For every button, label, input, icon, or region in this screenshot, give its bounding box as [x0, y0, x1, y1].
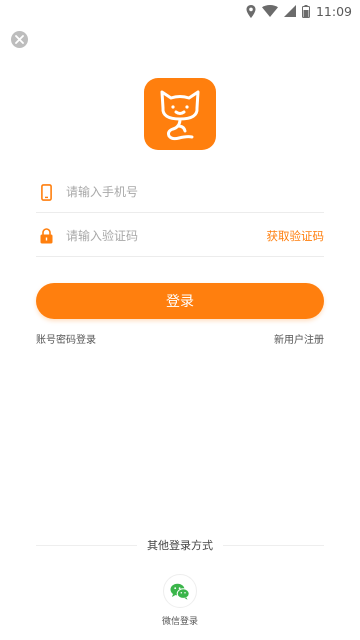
- app-logo: [144, 78, 216, 150]
- lock-icon: [38, 227, 54, 245]
- phone-field-row: [36, 172, 324, 213]
- battery-icon: [301, 4, 310, 18]
- login-screen: 11:09 请输入手机号 请输入验证码 获取验证码 登录 账号密码登录 新用户注…: [0, 0, 360, 640]
- close-icon: [15, 35, 24, 44]
- wechat-icon: [170, 583, 190, 600]
- phone-input[interactable]: [66, 185, 324, 199]
- wechat-login-label: 微信登录: [161, 617, 199, 627]
- verification-code-input[interactable]: [66, 229, 267, 243]
- password-login-link[interactable]: 账号密码登录: [36, 331, 96, 346]
- other-login-title: 其他登录方式: [137, 537, 223, 553]
- wifi-icon: [261, 4, 278, 18]
- signal-icon: [283, 4, 296, 18]
- cat-logo-icon: [154, 86, 206, 142]
- get-code-button[interactable]: 获取验证码: [267, 228, 325, 244]
- login-button[interactable]: 登录: [36, 283, 324, 319]
- status-bar: 11:09: [0, 0, 360, 22]
- register-link[interactable]: 新用户注册: [274, 331, 324, 346]
- phone-icon: [38, 183, 54, 201]
- location-icon: [246, 4, 256, 18]
- code-field-row: 获取验证码: [36, 216, 324, 257]
- wechat-login-button[interactable]: [163, 574, 197, 608]
- status-time: 11:09: [315, 3, 352, 19]
- close-button[interactable]: [11, 31, 28, 48]
